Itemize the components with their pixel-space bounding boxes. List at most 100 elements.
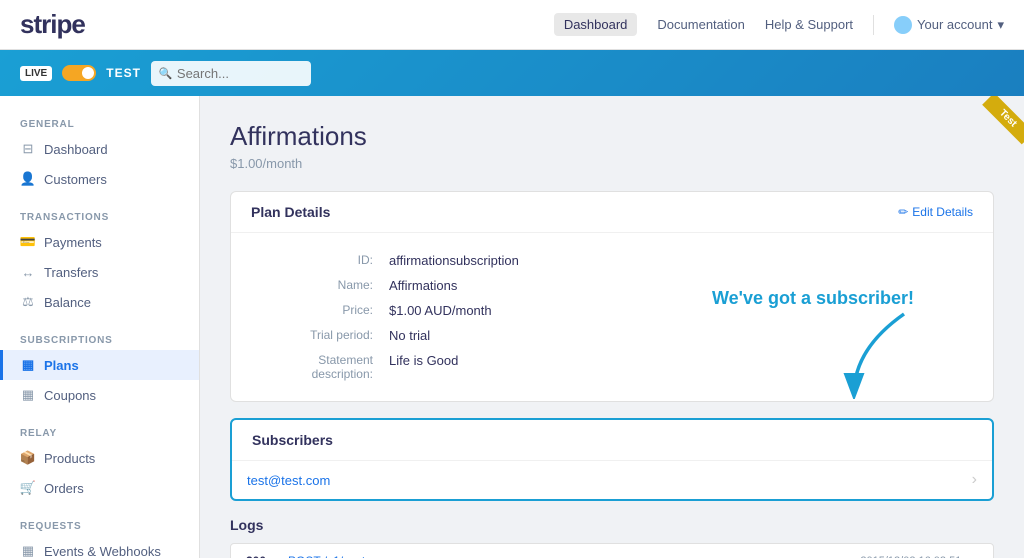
page-subtitle: $1.00/month [230, 156, 994, 171]
stripe-bar: LIVE TEST 🔍 [0, 50, 1024, 96]
sidebar-item-transfers[interactable]: ↔ Transfers [0, 257, 199, 287]
sidebar-balance-label: Balance [44, 295, 91, 310]
field-label-id: ID: [251, 248, 381, 273]
sidebar-item-customers[interactable]: 👤 Customers [0, 164, 199, 194]
coupons-icon: ▦ [20, 387, 36, 403]
sidebar-events-label: Events & Webhooks [44, 544, 161, 558]
plan-details-header: Plan Details ✏ Edit Details [231, 192, 993, 233]
subscribers-header: Subscribers [232, 420, 992, 461]
balance-icon: ⚖ [20, 294, 36, 310]
sidebar-transactions-title: TRANSACTIONS [0, 204, 199, 227]
account-icon [894, 16, 912, 34]
table-row: Name: Affirmations [251, 273, 973, 298]
sidebar-section-general: GENERAL ⊟ Dashboard 👤 Customers [0, 111, 199, 194]
sidebar-transfers-label: Transfers [44, 265, 98, 280]
search-wrapper: 🔍 [151, 61, 311, 86]
sidebar-general-title: GENERAL [0, 111, 199, 134]
main-content: Test Affirmations $1.00/month Plan Detai… [200, 96, 1024, 558]
field-label-name: Name: [251, 273, 381, 298]
sidebar-item-events[interactable]: ▦ Events & Webhooks [0, 536, 199, 558]
sidebar-item-orders[interactable]: 🛒 Orders [0, 473, 199, 503]
payments-icon: 💳 [20, 234, 36, 250]
stripe-logo: stripe [20, 9, 85, 40]
products-icon: 📦 [20, 450, 36, 466]
sidebar-plans-label: Plans [44, 358, 79, 373]
sidebar-item-balance[interactable]: ⚖ Balance [0, 287, 199, 317]
sidebar-requests-title: REQUESTS [0, 513, 199, 536]
live-test-toggle[interactable] [62, 65, 96, 81]
sidebar-dashboard-label: Dashboard [44, 142, 108, 157]
log-status: 200 [246, 554, 276, 558]
table-row: Trial period: No trial [251, 323, 973, 348]
edit-details-label: Edit Details [912, 205, 973, 219]
sidebar-item-products[interactable]: 📦 Products [0, 443, 199, 473]
sidebar-item-payments[interactable]: 💳 Payments [0, 227, 199, 257]
subscribers-card: Subscribers test@test.com › [230, 418, 994, 501]
nav-divider [873, 15, 874, 35]
page-title: Affirmations [230, 121, 994, 152]
nav-dashboard[interactable]: Dashboard [554, 13, 638, 36]
sidebar-section-relay: RELAY 📦 Products 🛒 Orders [0, 420, 199, 503]
toggle-knob [82, 67, 94, 79]
field-label-statement: Statement description: [251, 348, 381, 386]
plan-details-body: ID: affirmationsubscription Name: Affirm… [231, 233, 993, 401]
sidebar-section-requests: REQUESTS ▦ Events & Webhooks ▦ Logs [0, 513, 199, 558]
table-row: Statement description: Life is Good [251, 348, 973, 386]
dashboard-icon: ⊟ [20, 141, 36, 157]
nav-help[interactable]: Help & Support [765, 17, 853, 32]
subscribers-title: Subscribers [252, 432, 333, 448]
field-value-id: affirmationsubscription [381, 248, 973, 273]
plan-details-table: ID: affirmationsubscription Name: Affirm… [251, 248, 973, 386]
chevron-down-icon: ▾ [997, 17, 1004, 33]
sidebar-item-dashboard[interactable]: ⊟ Dashboard [0, 134, 199, 164]
plan-details-card: Plan Details ✏ Edit Details ID: affirmat… [230, 191, 994, 402]
list-item[interactable]: test@test.com › [232, 461, 992, 499]
search-icon: 🔍 [159, 67, 173, 80]
field-label-trial: Trial period: [251, 323, 381, 348]
chevron-right-icon: › [972, 471, 977, 489]
subscribers-body: test@test.com › [232, 461, 992, 499]
sidebar-relay-title: RELAY [0, 420, 199, 443]
events-icon: ▦ [20, 543, 36, 558]
table-row: Price: $1.00 AUD/month [251, 298, 973, 323]
field-value-trial: No trial [381, 323, 973, 348]
account-menu[interactable]: Your account ▾ [894, 16, 1004, 34]
sidebar-item-coupons[interactable]: ▦ Coupons [0, 380, 199, 410]
list-item[interactable]: 200 POST /v1/customers 2015/12/02 16:02:… [230, 543, 994, 558]
sidebar: GENERAL ⊟ Dashboard 👤 Customers TRANSACT… [0, 96, 200, 558]
edit-details-link[interactable]: ✏ Edit Details [898, 205, 973, 219]
logs-section: Logs 200 POST /v1/customers 2015/12/02 1… [230, 517, 994, 558]
sidebar-customers-label: Customers [44, 172, 107, 187]
field-value-price: $1.00 AUD/month [381, 298, 973, 323]
plans-icon: ▦ [20, 357, 36, 373]
top-nav-links: Dashboard Documentation Help & Support Y… [554, 13, 1004, 36]
transfers-icon: ↔ [20, 264, 36, 280]
edit-icon: ✏ [898, 205, 908, 219]
main-layout: GENERAL ⊟ Dashboard 👤 Customers TRANSACT… [0, 96, 1024, 558]
sidebar-payments-label: Payments [44, 235, 102, 250]
sidebar-products-label: Products [44, 451, 95, 466]
top-navigation: stripe Dashboard Documentation Help & Su… [0, 0, 1024, 50]
account-label: Your account [917, 17, 992, 32]
sidebar-coupons-label: Coupons [44, 388, 96, 403]
table-row: ID: affirmationsubscription [251, 248, 973, 273]
chevron-right-icon: › [973, 553, 978, 558]
sidebar-item-plans[interactable]: ▦ Plans [0, 350, 199, 380]
field-label-price: Price: [251, 298, 381, 323]
plan-details-title: Plan Details [251, 204, 330, 220]
live-badge: LIVE [20, 66, 52, 81]
sidebar-section-transactions: TRANSACTIONS 💳 Payments ↔ Transfers ⚖ Ba… [0, 204, 199, 317]
log-method[interactable]: POST /v1/customers [288, 554, 398, 558]
logs-title: Logs [230, 517, 994, 533]
sidebar-orders-label: Orders [44, 481, 84, 496]
field-value-name: Affirmations [381, 273, 973, 298]
sidebar-section-subscriptions: SUBSCRIPTIONS ▦ Plans ▦ Coupons [0, 327, 199, 410]
orders-icon: 🛒 [20, 480, 36, 496]
sidebar-subscriptions-title: SUBSCRIPTIONS [0, 327, 199, 350]
nav-documentation[interactable]: Documentation [657, 17, 744, 32]
customers-icon: 👤 [20, 171, 36, 187]
subscriber-email[interactable]: test@test.com [247, 473, 330, 488]
search-input[interactable] [151, 61, 311, 86]
test-label: TEST [106, 66, 141, 80]
field-value-statement: Life is Good [381, 348, 973, 386]
